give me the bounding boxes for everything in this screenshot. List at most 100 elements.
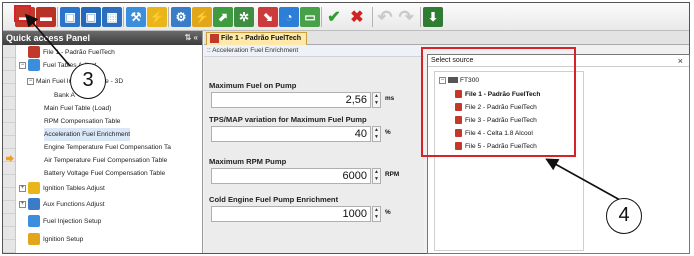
gutter-cell xyxy=(3,45,15,58)
tree-item-label: File 1 - Padrão FuelTech xyxy=(43,49,115,56)
gutter-cell xyxy=(3,110,15,123)
parameter-label: Cold Engine Fuel Pump Enrichment xyxy=(209,195,339,204)
tree-item[interactable]: File 1 - Padrão FuelTech xyxy=(28,46,115,59)
quick-access-title: Quick access Panel xyxy=(6,33,91,43)
fuel-yellow-icon[interactable]: ⚡ xyxy=(192,7,212,27)
collapse-icon[interactable]: − xyxy=(19,61,26,69)
tree-item[interactable]: Fuel Injection Setup xyxy=(28,215,101,228)
tree-item[interactable]: Acceleration Fuel Enrichment xyxy=(44,128,131,141)
tree-item[interactable]: Ignition Setup xyxy=(28,233,83,246)
tree-item-label: RPM Compensation Table xyxy=(44,118,121,125)
gutter-cell xyxy=(3,188,15,201)
parameter-value-input[interactable]: 2,56 xyxy=(211,92,371,108)
quick-access-header: Quick access Panel ⇅ « xyxy=(3,31,202,45)
gutter-cell xyxy=(3,214,15,227)
blue-window-icon[interactable]: ▣ xyxy=(60,7,80,27)
tree-item-label: Battery Voltage Fuel Compensation Table xyxy=(44,170,166,177)
tree-item-label: Ignition Tables Adjust xyxy=(43,185,105,192)
tab-file-1[interactable]: File 1 - Padrão FuelTech xyxy=(206,32,308,45)
check-icon[interactable]: ✔ xyxy=(324,7,344,27)
parameter-group: TPS/MAP variation for Maximum Fuel Pump 4… xyxy=(209,115,419,142)
quick-access-gutter xyxy=(3,45,16,253)
chart-green-icon[interactable]: ⬈ xyxy=(213,7,233,27)
tree-item-label: Engine Temperature Fuel Compensation Ta xyxy=(44,144,171,151)
toolbar-separator xyxy=(372,7,373,27)
tree-item[interactable]: + Aux Functions Adjust xyxy=(19,198,105,211)
spinner-arrows-icon[interactable]: ▲ ▼ xyxy=(372,126,381,142)
gauge-blue-icon[interactable]: ◔ xyxy=(279,7,299,27)
spinner-arrows-icon[interactable]: ▲ ▼ xyxy=(372,206,381,222)
parameter-value-input[interactable]: 1000 xyxy=(211,206,371,222)
spinner-arrows-icon[interactable]: ▲ ▼ xyxy=(372,92,381,108)
wrench-blue-icon[interactable]: ⚒ xyxy=(126,7,146,27)
parameter-label: Maximum RPM Pump xyxy=(209,157,287,166)
undo-icon[interactable]: ↶ xyxy=(375,7,395,27)
gutter-cell xyxy=(3,123,15,136)
callout-4: 4 xyxy=(606,198,642,234)
highlight-box-select-source xyxy=(421,47,576,157)
parameter-value-input[interactable]: 40 xyxy=(211,126,371,142)
editor-subtitle: :: Acceleration Fuel Enrichment xyxy=(204,45,424,57)
tree-item-label: Air Temperature Fuel Compensation Table xyxy=(44,157,168,164)
save-to-ecu-icon[interactable]: ⬇ xyxy=(423,7,443,27)
gutter-cell xyxy=(3,162,15,175)
expand-icon[interactable]: + xyxy=(19,184,26,192)
gutter-cell xyxy=(3,97,15,110)
spinner-arrows-icon[interactable]: ▲ ▼ xyxy=(372,168,381,184)
tree-item-label: Fuel Injection Setup xyxy=(43,218,102,225)
main-toolbar: ▬ ▬ ▣ ▣ ▦ ⚒ ⚡ ⚙ ⚡ ⬈ ✲ ⬊ ◔ ▭ ✔ ✖ ↶ ↷ ⬇ xyxy=(3,3,689,31)
tools-green-icon[interactable]: ✲ xyxy=(234,7,254,27)
gutter-cell xyxy=(3,175,15,188)
tree-item-icon xyxy=(28,182,40,195)
tree-item[interactable]: RPM Compensation Table xyxy=(44,115,120,128)
redo-icon[interactable]: ↷ xyxy=(396,7,416,27)
parameter-row: 2,56 ▲ ▼ ms xyxy=(209,92,419,108)
parameter-unit: % xyxy=(385,209,391,216)
tab-file-1-label: File 1 - Padrão FuelTech xyxy=(221,35,302,42)
blue-tables-icon[interactable]: ▦ xyxy=(102,7,122,27)
gutter-cell xyxy=(3,201,15,214)
aux-tool-icon[interactable]: ⚙ xyxy=(171,7,191,27)
gutter-cell xyxy=(3,240,15,253)
close-icon[interactable]: × xyxy=(678,55,683,67)
tree-item-icon xyxy=(28,198,40,211)
yellow-bolt-icon[interactable]: ⚡ xyxy=(147,7,167,27)
tree-item[interactable]: Battery Voltage Fuel Compensation Table xyxy=(44,167,165,180)
toolbar-separator xyxy=(420,7,421,27)
graph-red-icon[interactable]: ⬊ xyxy=(258,7,278,27)
blue-window-2-icon[interactable]: ▣ xyxy=(81,7,101,27)
tree-item-label: Aux Functions Adjust xyxy=(43,201,105,208)
tree-item[interactable]: Bank A xyxy=(54,89,75,102)
gutter-cell xyxy=(3,84,15,97)
toolbar-separator xyxy=(168,7,169,27)
highlight-box-toolbar-button xyxy=(14,5,31,22)
tree-item-icon xyxy=(28,233,40,246)
tree-item[interactable]: Air Temperature Fuel Compensation Table xyxy=(44,154,167,167)
toolbar-separator xyxy=(321,7,322,27)
gutter-cell xyxy=(3,71,15,84)
tree-item-label: Ignition Setup xyxy=(43,236,84,243)
tree-item-icon xyxy=(28,46,40,59)
parameter-row: 1000 ▲ ▼% xyxy=(209,206,419,222)
tree-item-label: Bank A xyxy=(54,92,75,99)
tree-item[interactable]: + Ignition Tables Adjust xyxy=(19,182,105,195)
callout-3: 3 xyxy=(70,63,106,99)
tree-item[interactable]: Main Fuel Table (Load) xyxy=(44,102,111,115)
parameter-value-input[interactable]: 6000 xyxy=(211,168,371,184)
document-tabstrip: File 1 - Padrão FuelTech xyxy=(204,31,689,45)
parameter-unit: RPM xyxy=(385,171,400,178)
monitor-green-icon[interactable]: ▭ xyxy=(300,7,320,27)
expand-icon[interactable]: + xyxy=(19,200,26,208)
toolbar-separator xyxy=(57,7,58,27)
parameter-group: Maximum Fuel on Pump 2,56 ▲ ▼ ms xyxy=(209,81,419,108)
panel-pin-collapse-icon[interactable]: ⇅ « xyxy=(185,31,198,45)
gutter-cell xyxy=(3,227,15,240)
collapse-icon[interactable]: − xyxy=(27,77,34,85)
cross-icon[interactable]: ✖ xyxy=(347,7,367,27)
parameter-group: Cold Engine Fuel Pump Enrichment 1000 ▲ ▼% xyxy=(209,195,419,222)
parameter-label: TPS/MAP variation for Maximum Fuel Pump xyxy=(209,115,367,124)
quick-access-panel: Quick access Panel ⇅ « File 1 - Padrão F… xyxy=(3,31,203,253)
gutter-cell xyxy=(3,58,15,71)
tree-item[interactable]: Engine Temperature Fuel Compensation Ta xyxy=(44,141,171,154)
file-compare-red-icon[interactable]: ▬ xyxy=(36,7,56,27)
